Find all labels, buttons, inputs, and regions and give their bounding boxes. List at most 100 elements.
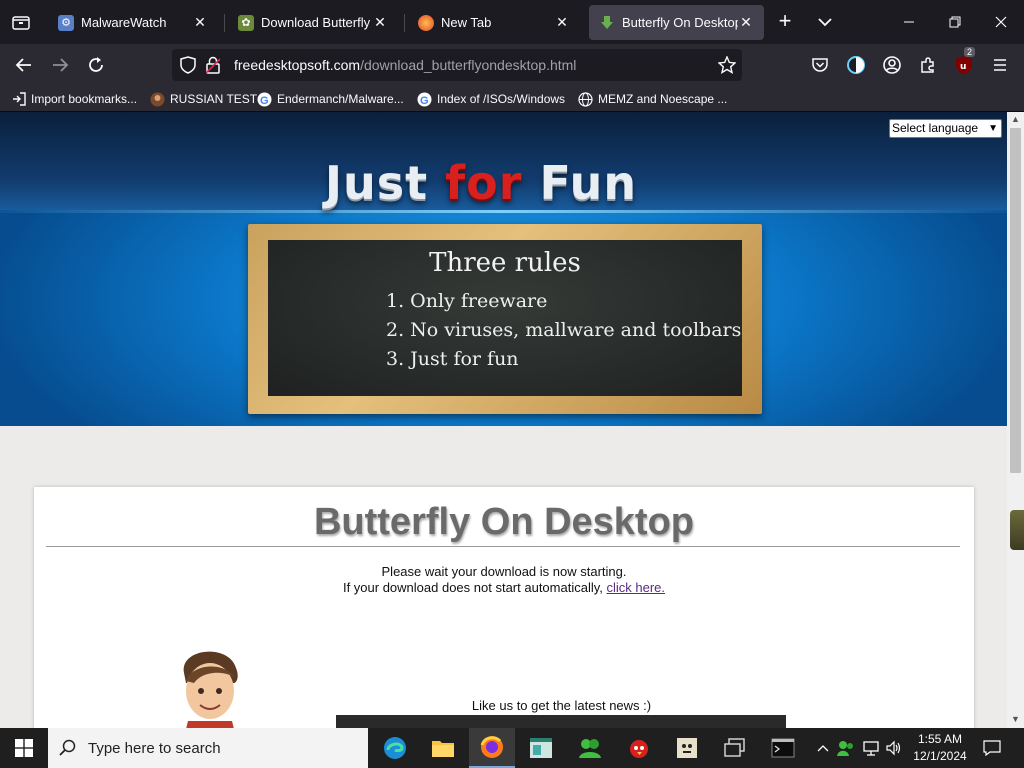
extensions-button[interactable]: [916, 53, 940, 77]
notifications-button[interactable]: [980, 728, 1004, 768]
network-icon: [863, 741, 879, 756]
bookmark-label: Import bookmarks...: [31, 92, 138, 106]
clock-date: 12/1/2024: [913, 749, 967, 763]
close-tab-icon[interactable]: ✕: [192, 14, 208, 31]
tab-download-butterfly[interactable]: ✿ Download Butterfly On Desktop ✕: [228, 5, 398, 40]
language-select[interactable]: Select language ▼: [889, 119, 1002, 138]
contrast-icon: [847, 56, 865, 74]
butterfly-favicon-icon: ✿: [238, 14, 254, 31]
restore-icon: [949, 16, 961, 28]
bookmarks-toolbar: Import bookmarks... RUSSIAN TEST G Ender…: [0, 86, 1024, 112]
list-all-tabs-button[interactable]: [815, 12, 835, 32]
taskbar-clock[interactable]: 1:55 AM 12/1/2024: [905, 731, 975, 765]
firefox-favicon-icon: [418, 14, 434, 31]
bookmark-endermanch[interactable]: G Endermanch/Malware...: [257, 90, 404, 108]
bookmark-russian-test[interactable]: RUSSIAN TEST: [150, 90, 257, 108]
tab-title: New Tab: [441, 15, 492, 30]
close-tab-icon[interactable]: ✕: [738, 14, 754, 31]
hamburger-menu-icon: [994, 59, 1006, 71]
show-hidden-icons-button[interactable]: [815, 728, 831, 768]
rule-item: 3. Just for fun: [386, 348, 519, 370]
bookmark-isos-windows[interactable]: G Index of /ISOs/Windows: [417, 90, 565, 108]
minimize-button[interactable]: [886, 0, 932, 44]
reload-icon: [89, 57, 103, 72]
rule-item: 2. No viruses, mallware and toolbars: [386, 319, 742, 341]
edge-icon: [384, 737, 406, 759]
taskbar-task-view[interactable]: [712, 728, 758, 768]
url-path: /download_butterflyondesktop.html: [360, 57, 577, 73]
tab-malwarewatch[interactable]: ⚙ MalwareWatch ✕: [48, 5, 218, 40]
close-icon: [995, 16, 1007, 28]
svg-text:G: G: [260, 95, 269, 107]
taskbar-terminal[interactable]: [760, 728, 806, 768]
scroll-down-arrow-icon[interactable]: ▼: [1007, 712, 1024, 726]
dark-reader-button[interactable]: [844, 53, 868, 77]
title-divider: [46, 546, 960, 547]
rule-item: 1. Only freeware: [386, 290, 548, 312]
minimize-icon: [904, 21, 914, 23]
pocket-icon: [812, 58, 828, 72]
restore-button[interactable]: [932, 0, 978, 44]
fallback-text: If your download does not start automati…: [342, 580, 607, 595]
page-scrollbar[interactable]: ▲ ▼: [1007, 112, 1024, 728]
bookmark-import[interactable]: Import bookmarks...: [11, 90, 137, 108]
volume-button[interactable]: [884, 728, 904, 768]
forward-button[interactable]: [47, 52, 73, 78]
new-tab-button[interactable]: +: [773, 10, 797, 34]
globe-icon: [578, 91, 593, 107]
address-bar[interactable]: freedesktopsoft.com/download_butterflyon…: [172, 49, 742, 81]
clock-time: 1:55 AM: [917, 732, 963, 746]
speaker-icon: [886, 740, 901, 756]
taskbar-angry-birds[interactable]: [616, 728, 662, 768]
taskbar-game-app[interactable]: [664, 728, 710, 768]
taskbar-people-app[interactable]: [567, 728, 613, 768]
tray-people-app[interactable]: [836, 728, 856, 768]
taskbar-app-window[interactable]: [518, 728, 564, 768]
chalkboard-surface: Three rules 1. Only freeware 2. No virus…: [268, 240, 742, 396]
taskbar-file-explorer[interactable]: [420, 728, 466, 768]
like-us-text: Like us to get the latest news :): [471, 698, 652, 713]
firefox-view-icon: [12, 16, 30, 30]
download-wait-message: Please wait your download is now startin…: [381, 564, 627, 579]
account-icon: [883, 56, 901, 74]
arrow-right-icon: [53, 58, 69, 72]
people-tray-icon: [837, 741, 853, 756]
tab-title: Butterfly On Desktop download: [622, 15, 738, 30]
product-title: Butterfly On Desktop: [313, 501, 695, 543]
network-button[interactable]: [861, 728, 881, 768]
firefox-view-button[interactable]: [0, 0, 42, 44]
page-viewport: Just for Fun Select language ▼ Three rul…: [0, 112, 1007, 728]
taskbar-edge[interactable]: [372, 728, 418, 768]
bookmark-label: Endermanch/Malware...: [277, 92, 404, 106]
site-title-part: Just: [324, 156, 446, 210]
scroll-up-arrow-icon[interactable]: ▲: [1007, 112, 1024, 126]
app-menu-button[interactable]: [988, 53, 1012, 77]
close-tab-icon[interactable]: ✕: [372, 14, 388, 31]
click-here-link[interactable]: click here.: [606, 580, 665, 595]
tab-new-tab[interactable]: New Tab ✕: [408, 5, 580, 40]
close-window-button[interactable]: [978, 0, 1024, 44]
app-window-icon: [530, 738, 552, 758]
malwarewatch-favicon-icon: ⚙: [58, 14, 74, 31]
ublock-origin-button[interactable]: u 2: [952, 47, 976, 77]
insecure-lock-icon[interactable]: [205, 56, 221, 79]
close-tab-icon[interactable]: ✕: [554, 14, 570, 31]
taskbar-search[interactable]: Type here to search: [48, 728, 368, 768]
reload-button[interactable]: [83, 52, 109, 78]
bookmark-label: Index of /ISOs/Windows: [437, 92, 566, 106]
back-button[interactable]: [11, 52, 37, 78]
pocket-button[interactable]: [808, 53, 832, 77]
search-placeholder: Type here to search: [88, 739, 221, 757]
tab-butterfly-on-desktop[interactable]: Butterfly On Desktop download ✕: [589, 5, 764, 40]
bookmark-memz[interactable]: MEMZ and Noescape ...: [578, 90, 727, 108]
account-button[interactable]: [880, 53, 904, 77]
terminal-icon: [771, 738, 795, 758]
tab-title: Download Butterfly On Desktop: [261, 15, 372, 30]
download-fallback-message: If your download does not start automati…: [34, 580, 974, 595]
start-button[interactable]: [0, 728, 48, 768]
scrollbar-thumb[interactable]: [1010, 128, 1021, 473]
tracking-protection-icon[interactable]: [180, 56, 196, 79]
taskbar-firefox[interactable]: [469, 728, 515, 768]
tab-bar: ⚙ MalwareWatch ✕ ✿ Download Butterfly On…: [0, 0, 1024, 44]
bookmark-star-icon[interactable]: [717, 55, 737, 79]
